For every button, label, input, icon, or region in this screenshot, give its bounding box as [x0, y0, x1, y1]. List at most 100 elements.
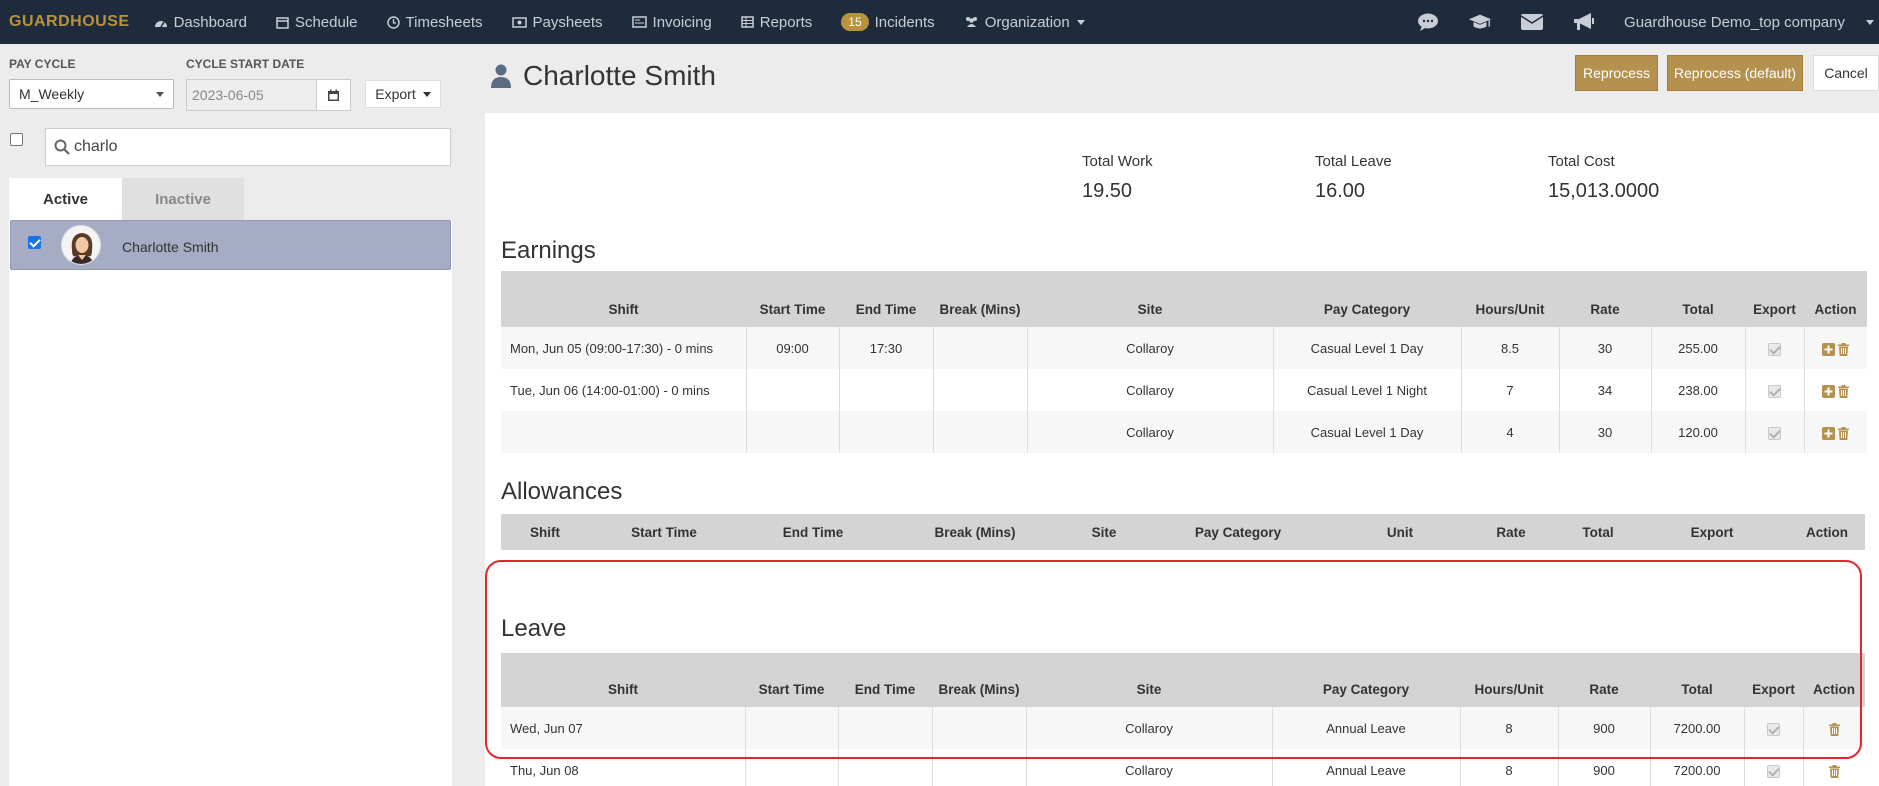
nav-dashboard[interactable]: Dashboard	[154, 14, 247, 31]
cell-break[interactable]	[932, 411, 1027, 453]
trash-icon[interactable]	[1838, 342, 1850, 356]
reprocess-button[interactable]: Reprocess	[1575, 55, 1658, 91]
cell-end-time[interactable]	[838, 369, 933, 411]
col-rate: Rate	[1496, 524, 1526, 540]
nav-invoicing-label: Invoicing	[652, 13, 712, 31]
paysheet-content: Total Work 19.50 Total Leave 16.00 Total…	[485, 113, 1879, 786]
cell-rate: 30	[1558, 327, 1651, 369]
export-checkbox[interactable]	[1767, 764, 1780, 778]
pay-cycle-select[interactable]: M_Weekly	[9, 79, 174, 109]
nav-paysheets[interactable]: Paysheets	[511, 14, 603, 31]
cell-end-time[interactable]	[837, 749, 932, 786]
cell-export	[1743, 749, 1803, 786]
nav-dashboard-label: Dashboard	[173, 13, 247, 31]
cell-shift: Mon, Jun 05 (09:00-17:30) - 0 mins	[501, 327, 746, 369]
export-checkbox[interactable]	[1768, 426, 1781, 440]
cell-action	[1803, 411, 1867, 453]
cell-start-time[interactable]	[744, 707, 838, 749]
envelope-icon[interactable]	[1520, 13, 1544, 31]
col-action: Action	[1806, 524, 1848, 540]
user-icon	[491, 64, 511, 88]
cell-start-time[interactable]	[744, 749, 838, 786]
cell-end-time[interactable]	[837, 707, 932, 749]
trash-icon[interactable]	[1838, 426, 1850, 440]
nav-invoicing[interactable]: Invoicing	[631, 13, 712, 31]
plus-square-icon[interactable]	[1822, 426, 1836, 440]
chevron-down-icon	[1076, 19, 1085, 25]
cell-break[interactable]	[931, 749, 1026, 786]
cell-start-time[interactable]	[745, 369, 839, 411]
cell-break[interactable]	[932, 327, 1027, 369]
cycle-start-date-label: CYCLE START DATE	[186, 57, 305, 71]
export-checkbox[interactable]	[1768, 342, 1781, 356]
plus-square-icon[interactable]	[1822, 384, 1836, 398]
nav-reports[interactable]: Reports	[741, 14, 812, 31]
cell-break[interactable]	[932, 369, 1027, 411]
megaphone-icon[interactable]	[1572, 12, 1596, 32]
cell-pay-category: Annual Leave	[1271, 749, 1460, 786]
cell-start-time[interactable]: 09:00	[745, 327, 839, 369]
cell-total: 255.00	[1650, 327, 1745, 369]
nav-timesheets[interactable]: Timesheets	[386, 14, 483, 31]
export-dropdown-button[interactable]: Export	[365, 80, 441, 108]
cell-break[interactable]	[931, 707, 1026, 749]
nav-schedule[interactable]: Schedule	[276, 14, 358, 31]
invoice-icon	[631, 16, 647, 28]
table-row: Collaroy Casual Level 1 Day 4 30 120.00	[501, 411, 1867, 453]
col-total: Total	[1582, 524, 1614, 540]
leave-table: Shift Start Time End Time Break (Mins) S…	[501, 653, 1865, 786]
cell-start-time[interactable]	[745, 411, 839, 453]
tab-active[interactable]: Active	[9, 178, 122, 220]
col-end-time: End Time	[839, 271, 933, 327]
chat-icon[interactable]	[1416, 12, 1440, 32]
col-end-time: End Time	[838, 653, 932, 707]
table-header-row: Shift Start Time End Time Break (Mins) S…	[501, 271, 1867, 327]
cell-end-time[interactable]: 17:30	[838, 327, 933, 369]
nav-organization[interactable]: Organization	[964, 14, 1085, 31]
employee-title-name: Charlotte Smith	[523, 60, 716, 91]
incidents-count-badge: 15	[841, 13, 869, 31]
nav-organization-label: Organization	[984, 13, 1070, 31]
leave-title: Leave	[501, 615, 567, 642]
graduation-cap-icon[interactable]	[1468, 12, 1492, 32]
tab-inactive[interactable]: Inactive	[122, 178, 244, 220]
cell-total: 7200.00	[1649, 707, 1744, 749]
select-all-checkbox[interactable]	[10, 133, 23, 146]
trash-icon[interactable]	[1828, 764, 1840, 778]
search-input[interactable]: charlo	[45, 128, 451, 166]
cancel-button[interactable]: Cancel	[1813, 55, 1879, 91]
cell-export	[1744, 411, 1804, 453]
col-start-time: Start Time	[746, 271, 839, 327]
clock-icon	[386, 15, 400, 29]
page-title: Charlotte Smith	[490, 60, 716, 92]
company-chevron-icon[interactable]	[1866, 19, 1874, 25]
employee-list-item[interactable]: Charlotte Smith	[10, 220, 451, 270]
col-site: Site	[1091, 524, 1117, 540]
cell-pay-category: Casual Level 1 Day	[1272, 411, 1461, 453]
total-cost: Total Cost 15,013.0000	[1548, 153, 1659, 203]
earnings-title: Earnings	[501, 237, 596, 264]
employee-list	[9, 220, 452, 786]
calendar-button[interactable]	[316, 79, 351, 111]
reprocess-default-button[interactable]: Reprocess (default)	[1667, 55, 1803, 91]
avatar	[61, 225, 101, 265]
company-name[interactable]: Guardhouse Demo_top company	[1624, 14, 1845, 31]
trash-icon[interactable]	[1838, 384, 1850, 398]
brand-logo[interactable]: GUARDHOUSE	[9, 13, 130, 31]
export-checkbox[interactable]	[1767, 722, 1780, 736]
export-checkbox[interactable]	[1768, 384, 1781, 398]
cycle-start-date-input[interactable]: 2023-06-05	[186, 79, 317, 111]
cell-end-time[interactable]	[838, 411, 933, 453]
employee-checkbox[interactable]	[28, 236, 41, 249]
cell-site: Collaroy	[1026, 327, 1273, 369]
col-end-time: End Time	[782, 524, 844, 540]
cell-hours-unit: 8	[1459, 749, 1558, 786]
plus-square-icon[interactable]	[1822, 342, 1836, 356]
cell-shift: Tue, Jun 06 (14:00-01:00) - 0 mins	[501, 369, 746, 411]
col-break: Break (Mins)	[932, 653, 1026, 707]
nav-incidents[interactable]: 15 Incidents	[841, 13, 935, 31]
chevron-down-icon	[422, 91, 431, 97]
cell-rate: 900	[1557, 707, 1650, 749]
col-unit: Unit	[1386, 524, 1414, 540]
trash-icon[interactable]	[1828, 722, 1840, 736]
